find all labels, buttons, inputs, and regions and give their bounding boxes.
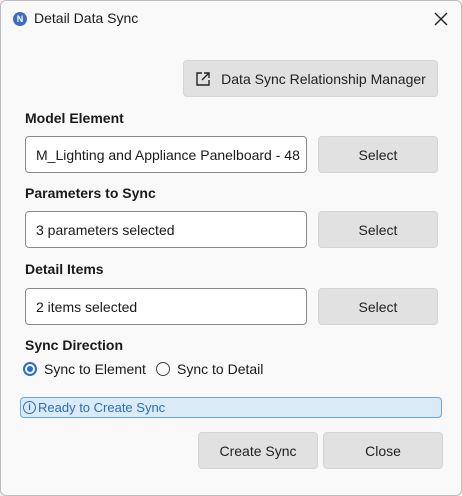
radio-sync-to-detail[interactable]: Sync to Detail — [156, 361, 263, 377]
model-element-select-button[interactable]: Select — [318, 136, 438, 173]
close-button[interactable]: Close — [323, 432, 443, 469]
parameters-field[interactable]: 3 parameters selected — [25, 211, 307, 248]
model-element-field[interactable]: M_Lighting and Appliance Panelboard - 48 — [25, 136, 307, 173]
info-icon: i — [23, 401, 36, 414]
radio-sync-to-detail-label: Sync to Detail — [177, 361, 264, 377]
radio-selected-indicator[interactable] — [23, 362, 37, 376]
parameters-heading: Parameters to Sync — [25, 185, 156, 201]
title-bar: N Detail Data Sync — [1, 1, 461, 37]
radio-sync-to-element-label: Sync to Element — [44, 361, 146, 377]
sync-direction-heading: Sync Direction — [25, 337, 124, 353]
detail-items-select-button[interactable]: Select — [318, 288, 438, 325]
status-bar: i Ready to Create Sync — [20, 397, 442, 418]
detail-items-field[interactable]: 2 items selected — [25, 288, 307, 325]
app-icon: N — [13, 12, 27, 26]
relationship-manager-button[interactable]: Data Sync Relationship Manager — [183, 60, 438, 97]
external-link-icon — [196, 71, 210, 86]
parameters-select-button[interactable]: Select — [318, 211, 438, 248]
status-text: Ready to Create Sync — [38, 400, 166, 415]
relationship-manager-label: Data Sync Relationship Manager — [221, 70, 426, 87]
close-icon — [434, 12, 448, 26]
model-element-heading: Model Element — [25, 110, 124, 126]
window-title: Detail Data Sync — [34, 10, 139, 26]
dialog-window: N Detail Data Sync Data Sync Relationshi… — [0, 0, 462, 496]
create-sync-button[interactable]: Create Sync — [198, 432, 318, 469]
detail-items-heading: Detail Items — [25, 261, 104, 277]
close-window-button[interactable] — [429, 7, 453, 31]
radio-unselected-indicator[interactable] — [156, 362, 170, 376]
radio-sync-to-element[interactable]: Sync to Element — [23, 361, 146, 377]
